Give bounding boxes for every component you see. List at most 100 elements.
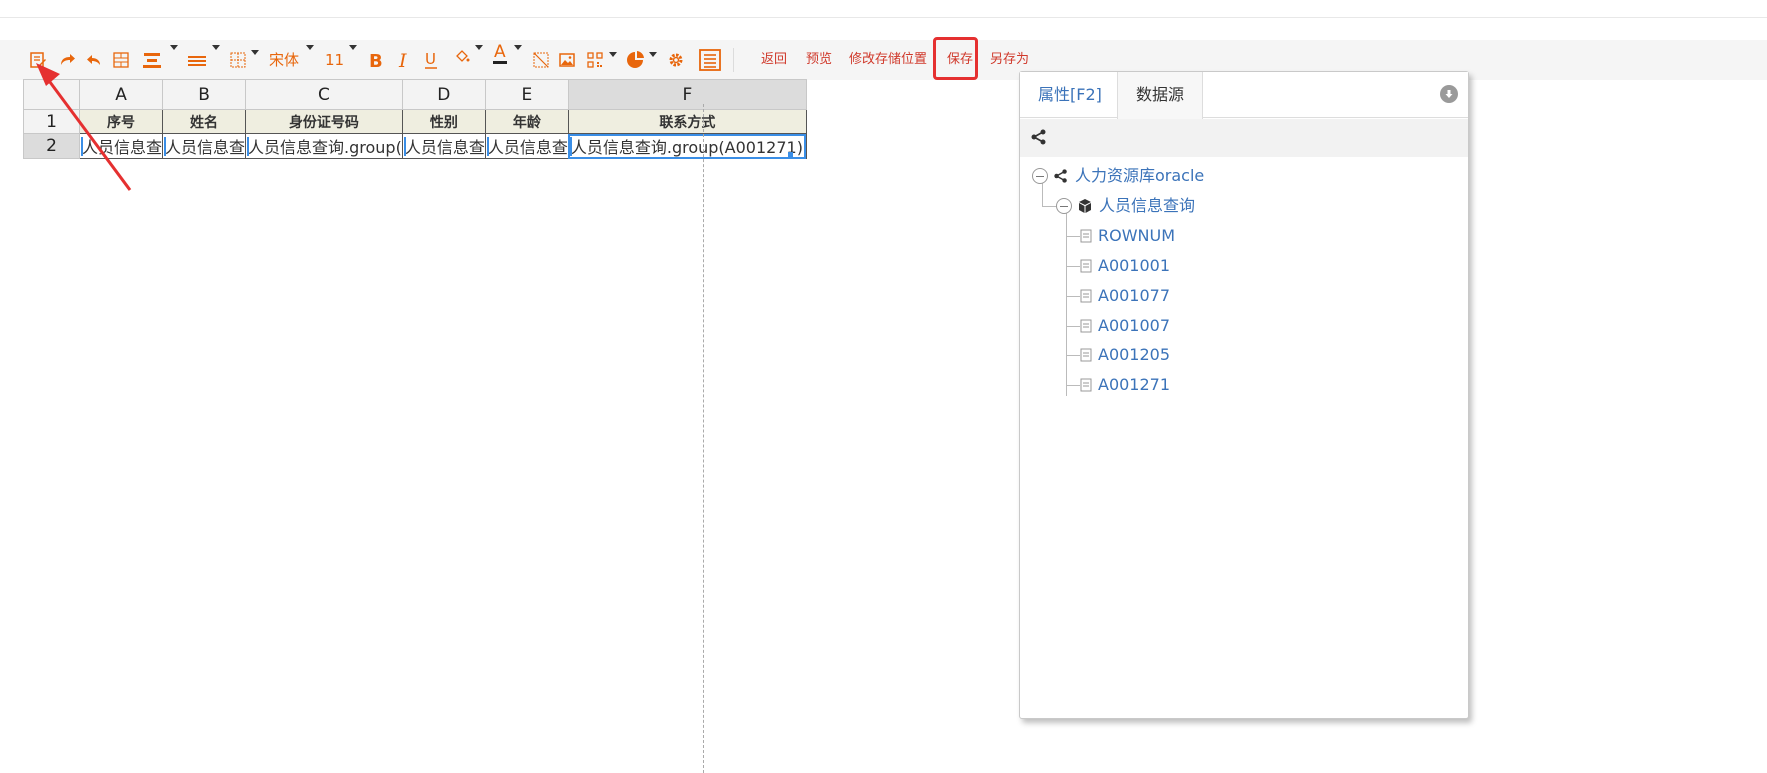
panel-toolbar — [1020, 119, 1468, 157]
data-cell-b2[interactable]: 人员信息查 — [162, 133, 247, 159]
tree-node-field[interactable]: A001007 — [1080, 314, 1170, 338]
header-cell-id-number[interactable]: 身份证号码 — [245, 109, 403, 134]
tab-properties[interactable]: 属性[F2] — [1020, 72, 1120, 118]
data-cell-c2[interactable]: 人员信息查询.group( — [245, 133, 403, 159]
tree-connector — [1066, 206, 1067, 396]
svg-text:U: U — [425, 50, 436, 68]
toolbar-separator — [733, 48, 734, 72]
svg-text:A: A — [494, 42, 506, 62]
border-icon[interactable] — [227, 48, 249, 72]
data-cell-e2[interactable]: 人员信息查 — [484, 133, 569, 159]
preview-button[interactable]: 预览 — [806, 50, 832, 70]
tree-node-field[interactable]: A001271 — [1080, 373, 1170, 397]
data-cell-f2[interactable]: 人员信息查询.group(A001271) — [567, 133, 807, 159]
tree-node-field[interactable]: ROWNUM — [1080, 224, 1175, 248]
bold-icon[interactable]: B — [365, 48, 385, 72]
vertical-align-dropdown-icon[interactable] — [170, 45, 178, 50]
column-header-row: A B C D E F — [23, 79, 807, 110]
border-dropdown-icon[interactable] — [251, 50, 259, 55]
font-size-dropdown-icon[interactable] — [349, 45, 357, 50]
svg-text:B: B — [369, 51, 383, 69]
field-icon — [1080, 348, 1092, 362]
tree-node-datasource[interactable]: 人力资源库oracle — [1032, 164, 1204, 188]
tree-connector — [1042, 206, 1056, 207]
datasource-panel: 属性[F2] 数据源 人力资源库oracle 人员信息查询 ROWNUM A00… — [1019, 71, 1469, 719]
share-icon — [1053, 168, 1069, 184]
field-icon — [1080, 319, 1092, 333]
field-icon — [1080, 289, 1092, 303]
header-cell-contact[interactable]: 联系方式 — [567, 109, 807, 134]
field-icon — [1080, 259, 1092, 273]
svg-text:I: I — [398, 51, 407, 69]
spreadsheet-grid: A B C D E F 1 序号 姓名 身份证号码 性别 年龄 联系方式 2 人… — [23, 79, 807, 159]
qrcode-dropdown-icon[interactable] — [609, 52, 617, 57]
save-as-button[interactable]: 另存为 — [990, 50, 1029, 70]
panel-tab-bar: 属性[F2] 数据源 — [1020, 72, 1468, 119]
vertical-align-icon[interactable] — [139, 48, 165, 72]
tree-node-label: A001205 — [1098, 345, 1171, 364]
column-header-d[interactable]: D — [401, 79, 486, 110]
column-header-f[interactable]: F — [567, 79, 807, 110]
tree-connector — [1066, 236, 1080, 237]
fill-color-dropdown-icon[interactable] — [475, 45, 483, 50]
table-row: 2 人员信息查 人员信息查 人员信息查询.group( 人员信息查 人员信息查 … — [23, 133, 807, 159]
field-icon — [1080, 229, 1092, 243]
column-header-c[interactable]: C — [245, 79, 403, 110]
settings-icon[interactable] — [665, 48, 687, 72]
underline-icon[interactable]: U — [421, 48, 441, 72]
header-cell-age[interactable]: 年龄 — [484, 109, 569, 134]
collapse-icon[interactable] — [1056, 198, 1072, 214]
font-name-select[interactable]: 宋体 — [269, 48, 299, 72]
back-button[interactable]: 返回 — [761, 50, 787, 70]
tree-connector — [1066, 266, 1080, 267]
horizontal-align-icon[interactable] — [184, 48, 210, 72]
toolbar: 宋体 11 B I U A 返回 预览 修改存储位置 保存 另存为 — [0, 40, 1767, 80]
tree-node-dataset[interactable]: 人员信息查询 — [1056, 194, 1195, 218]
tree-node-label: ROWNUM — [1098, 226, 1176, 245]
table-row: 1 序号 姓名 身份证号码 性别 年龄 联系方式 — [23, 109, 807, 134]
column-header-b[interactable]: B — [162, 79, 247, 110]
tree-connector — [1066, 326, 1080, 327]
tree-connector — [1066, 296, 1080, 297]
font-color-icon[interactable]: A — [489, 42, 511, 66]
header-cell-name[interactable]: 姓名 — [162, 109, 247, 134]
column-header-e[interactable]: E — [484, 79, 569, 110]
tab-datasource[interactable]: 数据源 — [1117, 72, 1204, 119]
tree-node-label: 人员信息查询 — [1099, 196, 1196, 215]
properties-list-icon[interactable] — [697, 48, 723, 72]
italic-icon[interactable]: I — [394, 48, 414, 72]
tree-node-label: A001077 — [1098, 286, 1171, 305]
clear-format-icon[interactable] — [530, 48, 552, 72]
fill-color-icon[interactable] — [451, 44, 473, 68]
tree-connector — [1066, 385, 1080, 386]
collapse-icon[interactable] — [1032, 168, 1048, 184]
top-border — [0, 0, 1767, 18]
horizontal-align-dropdown-icon[interactable] — [212, 45, 220, 50]
font-size-select[interactable]: 11 — [325, 48, 344, 72]
data-cell-d2[interactable]: 人员信息查 — [401, 133, 486, 159]
annotation-arrow-icon — [36, 63, 132, 191]
save-button[interactable]: 保存 — [947, 50, 973, 70]
page-break-line — [703, 104, 704, 773]
tree-node-field[interactable]: A001205 — [1080, 343, 1170, 367]
header-cell-gender[interactable]: 性别 — [401, 109, 486, 134]
tree-node-field[interactable]: A001077 — [1080, 284, 1170, 308]
download-icon[interactable] — [1440, 85, 1458, 103]
tree-node-label: A001001 — [1098, 256, 1171, 275]
font-name-dropdown-icon[interactable] — [306, 45, 314, 50]
tree-connector — [1066, 355, 1080, 356]
tree-node-label: 人力资源库oracle — [1075, 166, 1205, 185]
share-icon[interactable] — [1030, 128, 1048, 150]
tree-node-label: A001007 — [1098, 316, 1171, 335]
tree-node-field[interactable]: A001001 — [1080, 254, 1170, 278]
chart-icon[interactable] — [624, 48, 646, 72]
qrcode-icon[interactable] — [584, 48, 606, 72]
chart-dropdown-icon[interactable] — [649, 52, 657, 57]
change-storage-button[interactable]: 修改存储位置 — [849, 50, 927, 70]
image-icon[interactable] — [556, 48, 578, 72]
tree-node-label: A001271 — [1098, 375, 1171, 394]
selection-fill-handle[interactable] — [788, 152, 793, 157]
font-color-dropdown-icon[interactable] — [514, 45, 522, 50]
field-icon — [1080, 378, 1092, 392]
cube-icon — [1077, 198, 1093, 214]
